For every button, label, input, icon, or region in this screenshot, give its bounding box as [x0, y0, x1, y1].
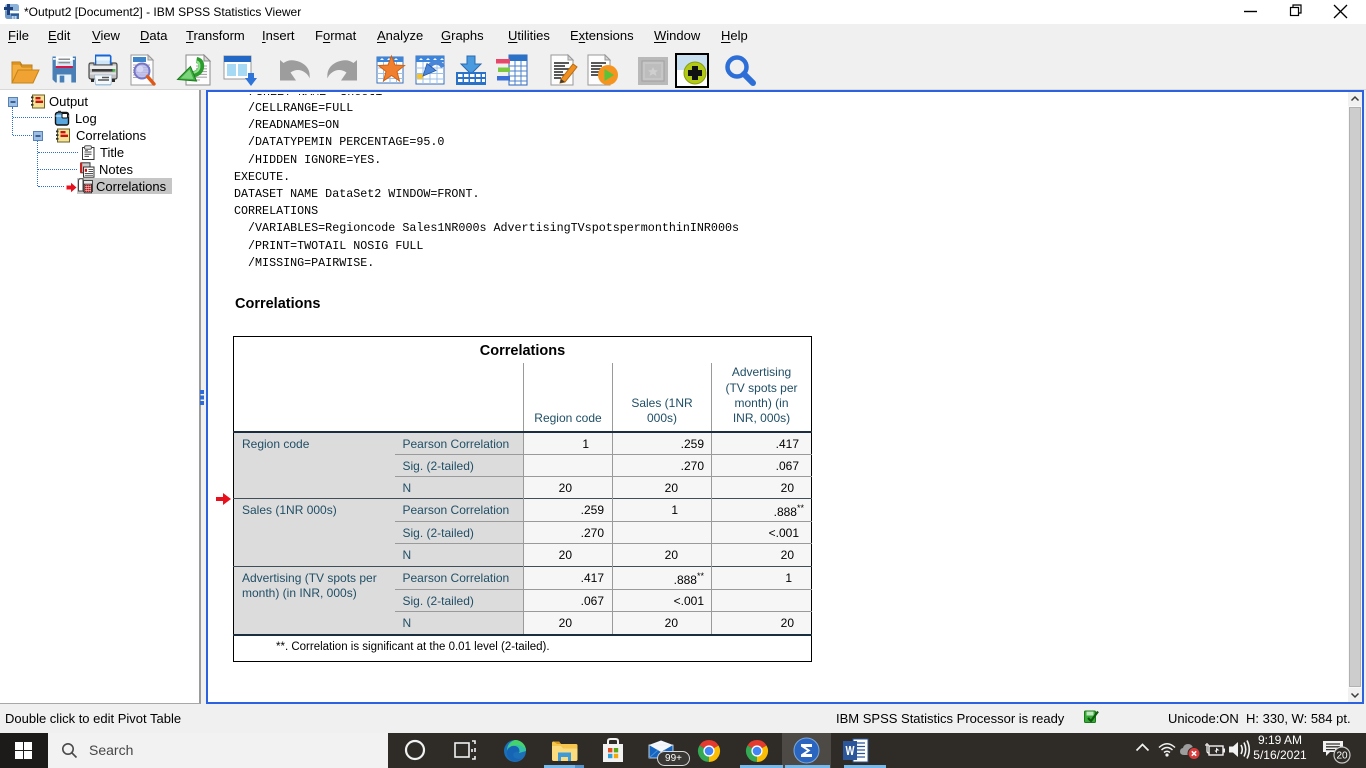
svg-text:20: 20: [1336, 751, 1348, 762]
